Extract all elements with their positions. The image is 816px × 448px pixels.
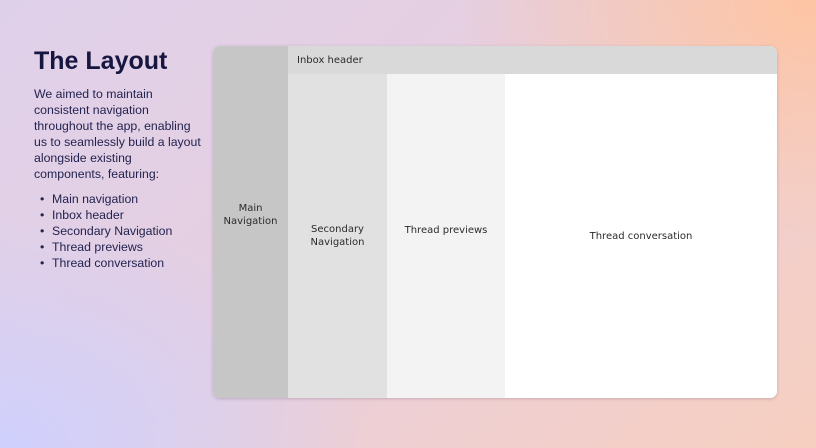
thread-conversation-label: Thread conversation bbox=[589, 230, 693, 242]
page-title: The Layout bbox=[34, 47, 168, 75]
secondary-navigation-pane: Secondary Navigation bbox=[288, 74, 387, 398]
feature-item-inbox-header: Inbox header bbox=[40, 207, 204, 223]
main-navigation-pane: Main Navigation bbox=[213, 46, 288, 398]
thread-previews-pane: Thread previews bbox=[387, 74, 505, 398]
secondary-navigation-label: Secondary Navigation bbox=[310, 224, 365, 248]
feature-item-thread-conversation: Thread conversation bbox=[40, 255, 204, 271]
feature-item-secondary-navigation: Secondary Navigation bbox=[40, 223, 204, 239]
feature-list: Main navigation Inbox header Secondary N… bbox=[34, 191, 204, 271]
thread-conversation-pane: Thread conversation bbox=[505, 74, 777, 398]
inbox-header-pane: Inbox header bbox=[288, 46, 777, 74]
thread-previews-label: Thread previews bbox=[404, 224, 488, 236]
intro-description: We aimed to maintain consistent navigati… bbox=[34, 87, 201, 181]
inbox-header-label: Inbox header bbox=[297, 55, 363, 66]
main-navigation-label: Main Navigation bbox=[223, 203, 278, 227]
layout-wireframe: Main Navigation Inbox header Secondary N… bbox=[213, 46, 777, 398]
intro-panel: The Layout We aimed to maintain consiste… bbox=[34, 46, 204, 271]
feature-item-main-navigation: Main navigation bbox=[40, 191, 204, 207]
feature-item-thread-previews: Thread previews bbox=[40, 239, 204, 255]
